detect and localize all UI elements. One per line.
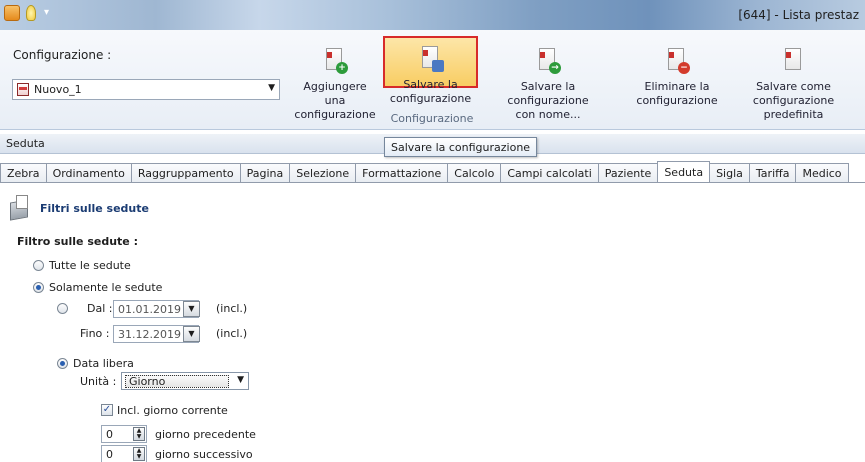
stepper-arrows-icon[interactable]: ▲ ▼ (133, 427, 145, 441)
tab-selezione[interactable]: Selezione (289, 163, 357, 182)
lightbulb-icon[interactable] (26, 5, 36, 21)
radio-selected-icon (57, 358, 68, 369)
configuration-label: Configurazione : (13, 48, 112, 62)
ribbon-group-label: Configurazione (390, 112, 474, 125)
delete-configuration-button[interactable]: − Eliminare la configurazione (632, 48, 722, 108)
delete-configuration-label-1: Eliminare la (644, 80, 710, 93)
tab-calcolo[interactable]: Calcolo (447, 163, 502, 182)
save-configuration-button[interactable]: Salvare la configurazione (383, 36, 478, 105)
tab-raggruppamento[interactable]: Raggruppamento (130, 163, 241, 182)
next-days-value: 0 (106, 448, 113, 461)
tab-tariffa[interactable]: Tariffa (748, 163, 797, 182)
date-range-radio[interactable] (57, 303, 73, 314)
free-date-label: Data libera (73, 357, 134, 370)
to-date-dropdown-icon[interactable]: ▼ (183, 326, 200, 342)
next-days-label: giorno successivo (155, 448, 253, 461)
filter-icon (8, 195, 32, 221)
delete-document-icon: − (666, 48, 690, 74)
previous-days-value: 0 (106, 428, 113, 441)
tab-content: Filtri sulle sedute Filtro sulle sedute … (0, 183, 865, 462)
ribbon: Configurazione : Nuovo_1 ▼ + Aggiungere … (0, 30, 865, 130)
include-today-checkbox[interactable]: ✓ (101, 404, 113, 416)
configuration-value: Nuovo_1 (34, 83, 82, 96)
save-as-default-button[interactable]: ✓ Salvare come configurazione predefinit… (722, 48, 865, 122)
tab-campi-calcolati[interactable]: Campi calcolati (500, 163, 599, 182)
document-icon (17, 83, 29, 96)
tooltip: Salvare la configurazione (384, 137, 538, 157)
tab-sigla[interactable]: Sigla (709, 163, 750, 182)
add-document-icon: + (324, 48, 348, 74)
tab-bar: Zebra Ordinamento Raggruppamento Pagina … (0, 161, 865, 183)
add-configuration-label-2: configurazione (294, 108, 376, 121)
from-incl-label: (incl.) (216, 302, 248, 315)
radio-selected-icon (33, 282, 44, 293)
previous-days-label: giorno precedente (155, 428, 256, 441)
tab-ordinamento[interactable]: Ordinamento (45, 163, 132, 182)
title-bar: ▾ [644] - Lista prestaz (0, 0, 865, 30)
save-as-default-label-2: configurazione predefinita (752, 94, 835, 121)
save-configuration-label-2: configurazione (389, 92, 472, 105)
radio-icon (33, 260, 44, 271)
chevron-down-icon: ▼ (237, 375, 244, 385)
save-configuration-as-button[interactable]: → Salvare la configurazione con nome... (482, 48, 614, 122)
radio-icon (57, 303, 68, 314)
previous-days-stepper[interactable]: 0 ▲ ▼ (101, 425, 147, 443)
tab-pagina[interactable]: Pagina (239, 163, 291, 182)
free-date-radio[interactable]: Data libera (57, 357, 134, 370)
from-label: Dal : (87, 302, 113, 315)
tab-seduta[interactable]: Seduta (657, 161, 711, 182)
from-date-dropdown-icon[interactable]: ▼ (183, 301, 200, 317)
app-icon[interactable] (4, 5, 20, 21)
chevron-down-icon: ▼ (268, 83, 275, 93)
include-today-label: Incl. giorno corrente (117, 404, 228, 417)
save-configuration-label-1: Salvare la (403, 78, 458, 91)
default-document-icon: ✓ (783, 48, 805, 74)
panel-header: Filtri sulle sedute (8, 195, 149, 221)
window-title: [644] - Lista prestaz (738, 8, 859, 22)
unit-value: Giorno (125, 375, 229, 388)
configuration-select[interactable]: Nuovo_1 ▼ (12, 79, 280, 100)
all-sessions-label: Tutte le sedute (49, 259, 131, 272)
delete-configuration-label-2: configurazione (636, 94, 718, 107)
tab-formattazione[interactable]: Formattazione (355, 163, 449, 182)
all-sessions-radio[interactable]: Tutte le sedute (33, 259, 131, 272)
unit-select[interactable]: Giorno ▼ (121, 372, 249, 390)
tab-zebra[interactable]: Zebra (0, 163, 47, 182)
tab-paziente[interactable]: Paziente (597, 163, 659, 182)
only-sessions-radio[interactable]: Solamente le sedute (33, 281, 162, 294)
to-incl-label: (incl.) (216, 327, 248, 340)
tab-medico[interactable]: Medico (795, 163, 849, 182)
unit-label: Unità : (80, 375, 117, 388)
quick-access-dropdown-icon[interactable]: ▾ (44, 7, 60, 23)
next-days-stepper[interactable]: 0 ▲ ▼ (101, 445, 147, 462)
add-configuration-label-1: Aggiungere una (303, 80, 367, 107)
save-as-label-2: con nome... (515, 108, 581, 121)
save-document-icon (420, 46, 444, 72)
save-as-default-label-1: Salvare come (756, 80, 831, 93)
save-as-label-1: Salvare la configurazione (507, 80, 589, 107)
stepper-arrows-icon[interactable]: ▲ ▼ (133, 447, 145, 461)
save-as-document-icon: → (537, 48, 561, 74)
filter-title: Filtro sulle sedute : (17, 235, 138, 248)
only-sessions-label: Solamente le sedute (49, 281, 163, 294)
add-configuration-button[interactable]: + Aggiungere una configurazione (292, 48, 378, 122)
panel-title: Filtri sulle sedute (40, 201, 149, 215)
to-label: Fino : (80, 327, 110, 340)
